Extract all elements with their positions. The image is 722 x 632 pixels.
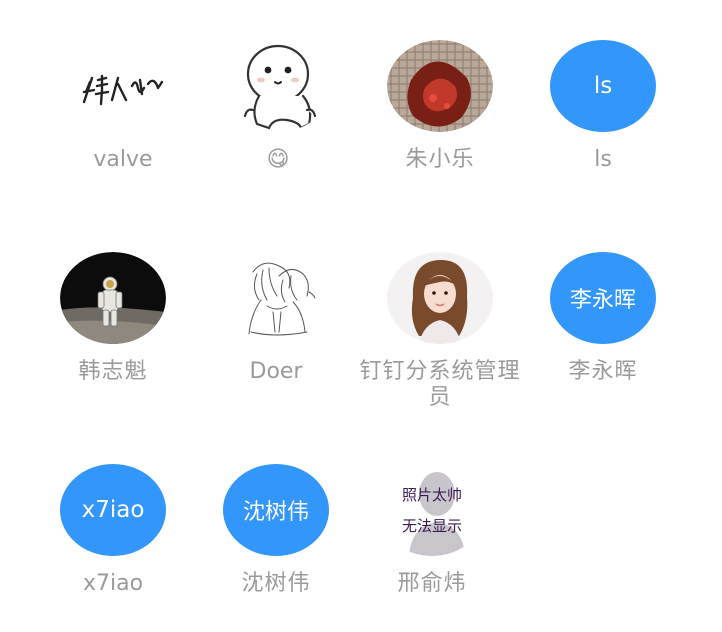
avatar-sketch <box>223 252 329 344</box>
member-name: 李永晖 <box>568 359 638 384</box>
avatar-text: 李永晖 <box>550 252 656 344</box>
avatar-text: x7iao <box>60 464 166 556</box>
signature-icon <box>82 74 164 106</box>
member-valve[interactable]: valve <box>42 40 204 173</box>
member-han-zhikui[interactable]: 韩志魁 <box>32 252 194 385</box>
member-name: 邢俞炜 <box>397 571 467 596</box>
avatar-text: 沈树伟 <box>223 464 329 556</box>
member-dingtalk-admin[interactable]: 钉钉分系统管理员 <box>359 252 521 411</box>
member-name: Doer <box>249 359 303 384</box>
member-shen-shuwei[interactable]: 沈树伟 沈树伟 <box>195 464 357 597</box>
avatar-text: ls <box>550 40 656 132</box>
avatar-photo <box>387 40 493 132</box>
avatar-photo <box>387 252 493 344</box>
avatar-cartoon <box>225 40 331 132</box>
avatar-placeholder: 照片太帅 无法显示 <box>379 464 485 556</box>
member-x7iao[interactable]: x7iao x7iao <box>32 464 194 597</box>
placeholder-line-2: 无法显示 <box>401 517 462 535</box>
member-name: valve <box>93 147 153 172</box>
member-xing-yuwei[interactable]: 照片太帅 无法显示 邢俞炜 <box>351 464 513 597</box>
member-emoji[interactable]: 😋 <box>197 40 359 173</box>
astronaut-photo-icon <box>60 252 166 344</box>
member-doer[interactable]: Doer <box>195 252 357 385</box>
avatar-signature <box>70 40 176 132</box>
member-name: ls <box>594 147 612 172</box>
sketch-couple-icon <box>248 262 316 336</box>
member-ls[interactable]: ls ls <box>522 40 684 173</box>
portrait-photo-icon <box>387 252 493 344</box>
placeholder-line-1: 照片太帅 <box>401 486 462 504</box>
member-li-yonghui[interactable]: 李永晖 李永晖 <box>522 252 684 385</box>
member-zhu-xiaole[interactable]: 朱小乐 <box>359 40 521 173</box>
member-name: x7iao <box>82 571 144 596</box>
member-name: 韩志魁 <box>78 359 148 384</box>
member-name: 钉钉分系统管理员 <box>359 359 521 410</box>
avatar-photo <box>60 252 166 344</box>
member-name: 朱小乐 <box>405 147 475 172</box>
member-grid: valve 😋 朱小乐 ls ls 韩志魁 Doer 钉钉分系统管理员 李永晖 … <box>0 0 722 632</box>
cartoon-character-icon <box>243 44 317 130</box>
photo-avatar-icon <box>387 40 493 132</box>
member-name: 沈树伟 <box>241 571 311 596</box>
member-name: 😋 <box>266 147 290 172</box>
